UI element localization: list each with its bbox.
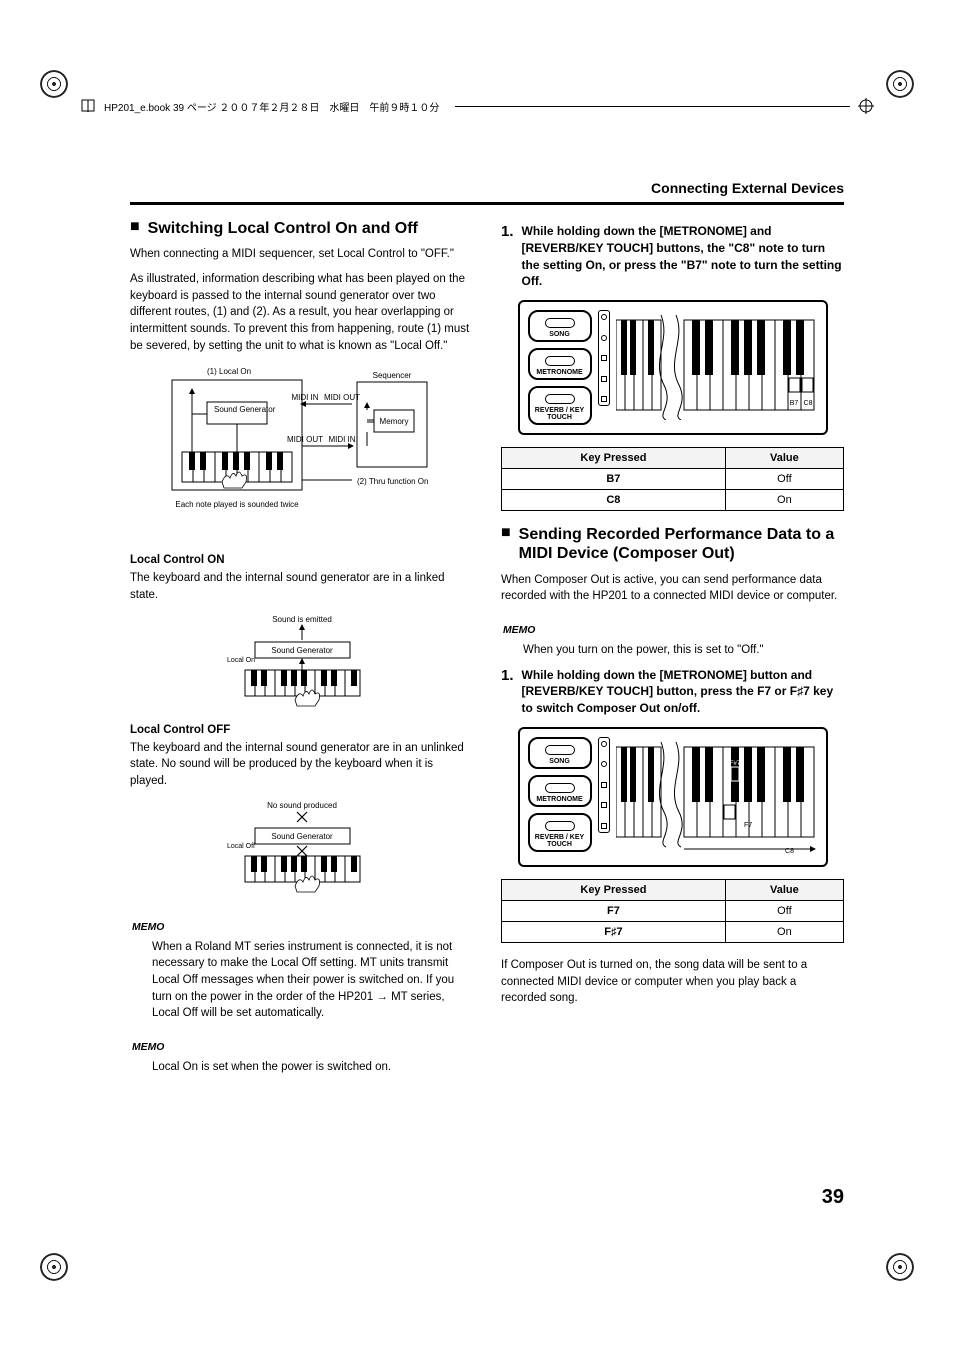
- key-value-table-2: Key Pressed Value F7Off F♯7On: [501, 879, 844, 943]
- source-header: HP201_e.book 39 ページ ２００７年２月２８日 水曜日 午前９時１…: [80, 98, 874, 114]
- svg-text:F7: F7: [744, 822, 752, 829]
- memo-icon: MEMO: [130, 1038, 182, 1056]
- svg-text:Sound Generator: Sound Generator: [271, 832, 333, 841]
- crosshair-icon: [858, 98, 874, 114]
- svg-text:No sound produced: No sound produced: [267, 801, 337, 810]
- registration-mark-icon: [886, 1253, 914, 1281]
- svg-text:B7: B7: [789, 400, 798, 407]
- reverb-button-graphic: REVERB / KEY TOUCH: [528, 386, 592, 425]
- svg-text:Local Off: Local Off: [227, 843, 255, 850]
- local-on-mini-diagram: Sound is emitted Sound Generator Local O…: [130, 612, 473, 712]
- table-header: Value: [725, 879, 843, 900]
- body-text: The keyboard and the internal sound gene…: [130, 570, 473, 603]
- section-rule: [130, 202, 844, 205]
- step-1b: 1. While holding down the [METRONOME] bu…: [501, 667, 844, 717]
- svg-text:(2) Thru function On: (2) Thru function On: [357, 477, 428, 486]
- song-button-graphic: SONG: [528, 310, 592, 342]
- svg-text:Sound is emitted: Sound is emitted: [272, 615, 332, 624]
- step-number: 1.: [501, 223, 514, 290]
- square-bullet-icon: ■: [130, 219, 140, 238]
- registration-mark-icon: [886, 70, 914, 98]
- table-row: C8On: [502, 490, 844, 511]
- body-text: When Composer Out is active, you can sen…: [501, 572, 844, 605]
- table-header: Key Pressed: [502, 879, 726, 900]
- svg-text:Memory: Memory: [379, 417, 408, 426]
- key-value-table-1: Key Pressed Value B7Off C8On: [501, 447, 844, 511]
- step-text: While holding down the [METRONOME] and […: [522, 223, 844, 290]
- table-row: F7Off: [502, 900, 844, 921]
- svg-text:Sound Generator: Sound Generator: [271, 646, 333, 655]
- svg-text:MEMO: MEMO: [503, 625, 535, 636]
- memo-text: When a Roland MT series instrument is co…: [152, 939, 473, 1022]
- memo-icon: MEMO: [501, 621, 553, 639]
- metronome-button-graphic: METRONOME: [528, 348, 592, 380]
- running-head: Connecting External Devices: [130, 180, 844, 196]
- rec-strip-icon: [598, 310, 610, 406]
- section-heading-text: Sending Recorded Performance Data to a M…: [519, 525, 844, 563]
- registration-mark-icon: [40, 70, 68, 98]
- panel-diagram-f7: SONG METRONOME REVERB / KEY TOUCH: [501, 727, 844, 867]
- registration-mark-icon: [40, 1253, 68, 1281]
- svg-text:MIDI IN: MIDI IN: [291, 393, 318, 402]
- svg-text:Each note played is sounded tw: Each note played is sounded twice: [175, 500, 299, 509]
- body-text: When connecting a MIDI sequencer, set Lo…: [130, 246, 473, 263]
- memo-icon: MEMO: [130, 918, 182, 936]
- svg-text:Local On: Local On: [227, 657, 255, 664]
- metronome-button-graphic: METRONOME: [528, 775, 592, 807]
- song-button-graphic: SONG: [528, 737, 592, 769]
- step-1: 1. While holding down the [METRONOME] an…: [501, 223, 844, 290]
- svg-text:MEMO: MEMO: [132, 1042, 164, 1053]
- local-off-mini-diagram: No sound produced Sound Generator Local …: [130, 798, 473, 898]
- memo-text: When you turn on the power, this is set …: [523, 642, 844, 659]
- panel-diagram-b7-c8: SONG METRONOME REVERB / KEY TOUCH: [501, 300, 844, 435]
- svg-text:C8: C8: [803, 400, 812, 407]
- page-number: 39: [822, 1186, 844, 1209]
- table-header: Value: [725, 448, 843, 469]
- section-heading-local-control: ■ Switching Local Control On and Off: [130, 219, 473, 238]
- body-text: The keyboard and the internal sound gene…: [130, 740, 473, 790]
- section-heading-composer-out: ■ Sending Recorded Performance Data to a…: [501, 525, 844, 563]
- body-text: If Composer Out is turned on, the song d…: [501, 957, 844, 1007]
- svg-text:MIDI OUT: MIDI OUT: [287, 435, 323, 444]
- svg-text:F#7: F#7: [729, 761, 740, 767]
- subheading-local-on: Local Control ON: [130, 554, 473, 566]
- reverb-button-graphic: REVERB / KEY TOUCH: [528, 813, 592, 852]
- rec-strip-icon: [598, 737, 610, 833]
- subheading-local-off: Local Control OFF: [130, 724, 473, 736]
- svg-text:MIDI IN: MIDI IN: [328, 435, 355, 444]
- table-header: Key Pressed: [502, 448, 726, 469]
- square-bullet-icon: ■: [501, 525, 511, 563]
- book-icon: [80, 98, 96, 114]
- body-text: As illustrated, information describing w…: [130, 271, 473, 354]
- svg-text:MIDI OUT: MIDI OUT: [324, 393, 360, 402]
- keyboard-graphic: B7 C8: [616, 310, 816, 420]
- keyboard-graphic: F#7 F7 C8: [616, 737, 816, 857]
- svg-text:MEMO: MEMO: [132, 922, 164, 933]
- source-header-text: HP201_e.book 39 ページ ２００７年２月２８日 水曜日 午前９時１…: [104, 99, 439, 114]
- local-control-routing-diagram: (1) Local On Sound Generator: [130, 362, 473, 542]
- svg-text:Sequencer: Sequencer: [372, 371, 411, 380]
- table-row: F♯7On: [502, 921, 844, 942]
- step-text: While holding down the [METRONOME] butto…: [522, 667, 844, 717]
- svg-text:Sound Generator: Sound Generator: [214, 405, 276, 414]
- diagram-label: (1) Local On: [207, 367, 251, 376]
- table-row: B7Off: [502, 469, 844, 490]
- memo-text: Local On is set when the power is switch…: [152, 1059, 473, 1076]
- section-heading-text: Switching Local Control On and Off: [148, 219, 418, 238]
- step-number: 1.: [501, 667, 514, 717]
